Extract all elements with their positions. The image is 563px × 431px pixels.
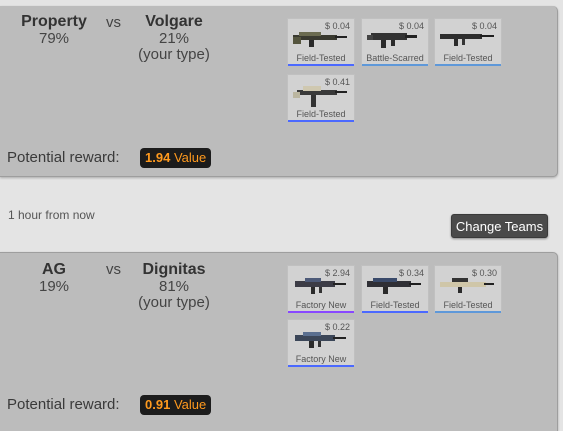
item-condition: Field-Tested <box>443 53 493 63</box>
team-percent: 79% <box>38 30 70 47</box>
change-teams-button[interactable]: Change Teams <box>451 214 548 238</box>
team-a[interactable]: AG 19% <box>14 261 94 295</box>
reward-value: 1.94 <box>145 150 171 165</box>
item-card[interactable]: $ 0.30 Field-Tested <box>434 265 502 313</box>
match-panel: AG 19% vs Dignitas 81% (your type) $ 2.9… <box>0 252 558 431</box>
item-price: $ 0.22 <box>324 322 350 332</box>
your-type-note: (your type) <box>138 46 210 63</box>
item-price: $ 0.41 <box>324 77 350 87</box>
rarity-bar <box>288 311 354 313</box>
item-condition: Field-Tested <box>296 109 346 119</box>
item-price: $ 0.04 <box>471 21 497 31</box>
vs-label: vs <box>106 261 121 278</box>
reward-unit: Value <box>173 397 207 412</box>
item-card[interactable]: $ 0.41 Field-Tested <box>287 74 355 122</box>
rarity-bar <box>288 64 354 66</box>
match-panel: Property 79% vs Volgare 21% (your type) … <box>0 6 558 177</box>
rarity-bar <box>362 64 428 66</box>
item-card[interactable]: $ 0.04 Field-Tested <box>434 18 502 66</box>
rarity-bar <box>288 365 354 367</box>
team-name: Dignitas <box>142 261 206 278</box>
item-card[interactable]: $ 2.94 Factory New <box>287 265 355 313</box>
item-price: $ 0.34 <box>398 268 424 278</box>
your-type-note: (your type) <box>138 294 210 311</box>
item-price: $ 2.94 <box>324 268 350 278</box>
rarity-bar <box>435 311 501 313</box>
vs-label: vs <box>106 14 121 31</box>
reward-badge: 0.91 Value <box>140 395 212 415</box>
item-condition: Field-Tested <box>370 300 420 310</box>
rarity-bar <box>288 120 354 122</box>
item-card[interactable]: $ 0.04 Battle-Scarred <box>361 18 429 66</box>
team-percent: 19% <box>38 278 70 295</box>
team-percent: 81% <box>158 278 190 295</box>
item-card[interactable]: $ 0.22 Factory New <box>287 319 355 367</box>
rarity-bar <box>362 311 428 313</box>
item-card[interactable]: $ 0.04 Field-Tested <box>287 18 355 66</box>
rarity-bar <box>435 64 501 66</box>
team-name: Property <box>21 13 87 30</box>
team-b[interactable]: Volgare 21% (your type) <box>130 13 218 63</box>
item-card[interactable]: $ 0.34 Field-Tested <box>361 265 429 313</box>
reward-unit: Value <box>173 150 207 165</box>
item-price: $ 0.30 <box>471 268 497 278</box>
reward-value: 0.91 <box>145 397 171 412</box>
team-percent: 21% <box>158 30 190 47</box>
team-b[interactable]: Dignitas 81% (your type) <box>130 261 218 311</box>
reward-label: Potential reward: <box>7 396 120 413</box>
reward-badge: 1.94 Value <box>140 148 212 168</box>
item-condition: Field-Tested <box>443 300 493 310</box>
match-time: 1 hour from now <box>8 208 95 222</box>
item-condition: Factory New <box>295 300 347 310</box>
item-condition: Field-Tested <box>296 53 346 63</box>
item-price: $ 0.04 <box>398 21 424 31</box>
team-a[interactable]: Property 79% <box>14 13 94 47</box>
reward-label: Potential reward: <box>7 149 120 166</box>
item-price: $ 0.04 <box>324 21 350 31</box>
team-name: Volgare <box>145 13 203 30</box>
team-name: AG <box>42 261 66 278</box>
item-condition: Factory New <box>295 354 347 364</box>
item-condition: Battle-Scarred <box>366 53 424 63</box>
